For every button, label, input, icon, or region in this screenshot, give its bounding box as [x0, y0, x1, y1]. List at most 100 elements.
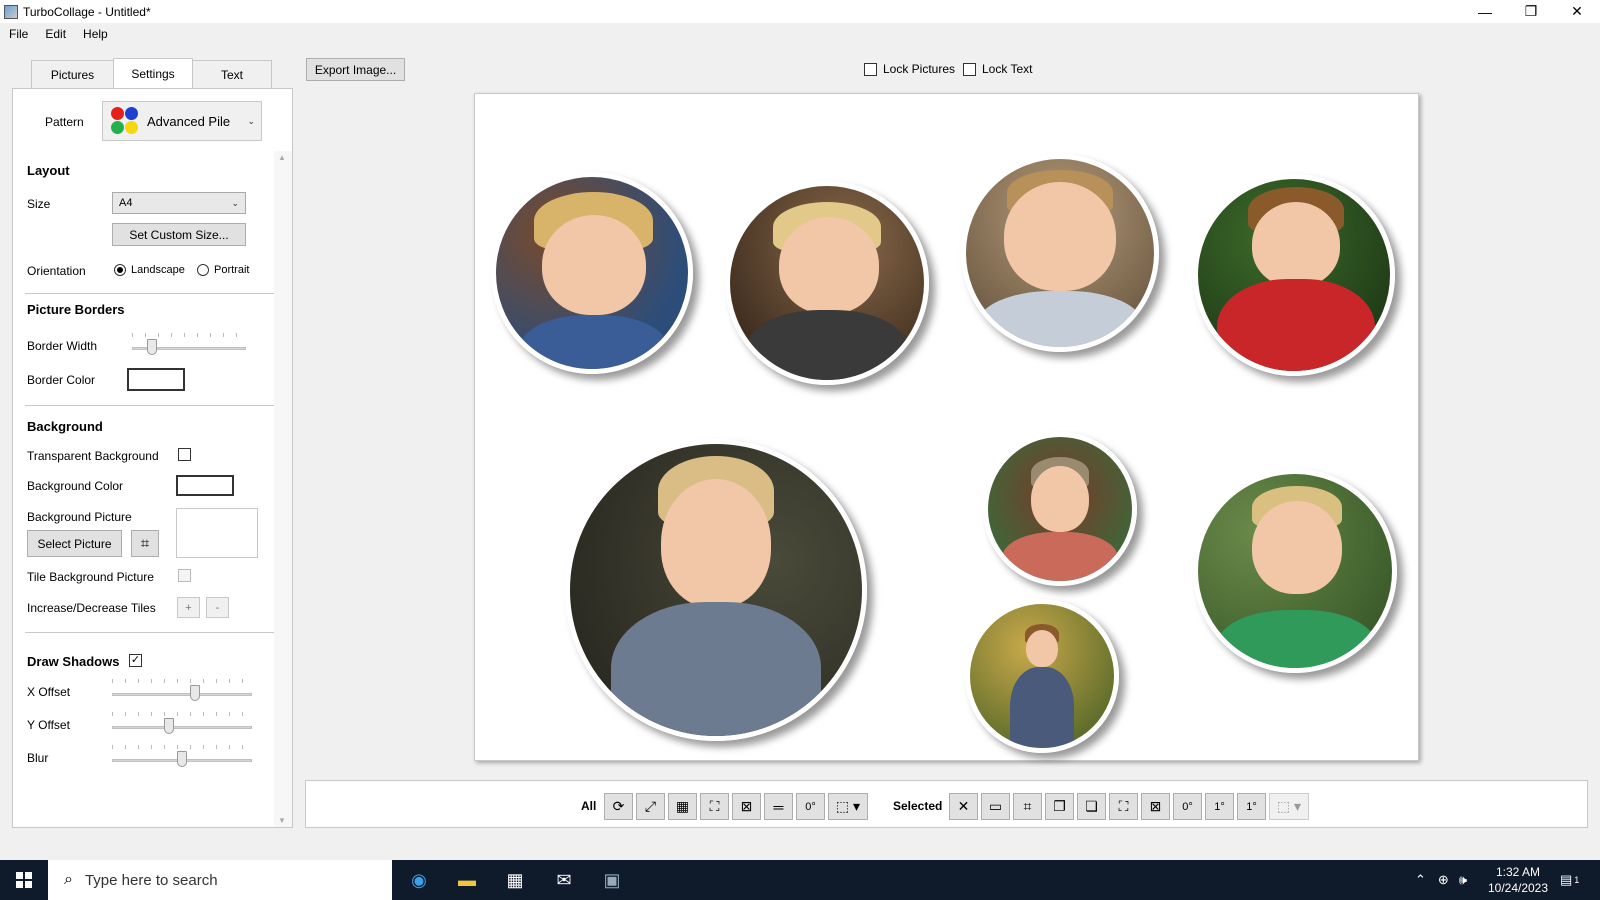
collage-photo[interactable]: [1193, 174, 1395, 376]
menu-edit[interactable]: Edit: [36, 27, 74, 41]
landscape-radio[interactable]: [114, 264, 126, 276]
x-offset-thumb[interactable]: [190, 685, 200, 701]
bring-forward-button[interactable]: ❐: [1045, 793, 1074, 820]
mail-icon[interactable]: ✉: [552, 868, 576, 892]
border-color-label: Border Color: [27, 373, 96, 387]
crop-button[interactable]: ⌗: [131, 530, 159, 557]
scroll-down-icon[interactable]: ▼: [278, 816, 286, 825]
tile-background-checkbox[interactable]: [178, 569, 191, 582]
shuffle-all-button[interactable]: ⟳: [604, 793, 633, 820]
rotate-ccw-button[interactable]: 1°: [1237, 793, 1266, 820]
rotate-cw-button[interactable]: 1°: [1205, 793, 1234, 820]
shapes-all-dropdown[interactable]: ⬚ ▾: [828, 793, 868, 820]
set-custom-size-button[interactable]: Set Custom Size...: [112, 223, 246, 246]
send-backward-button[interactable]: ❏: [1077, 793, 1106, 820]
collage-photo[interactable]: [965, 599, 1119, 753]
blur-thumb[interactable]: [177, 751, 187, 767]
background-color-swatch[interactable]: [176, 475, 234, 496]
collage-photo[interactable]: [565, 439, 867, 741]
export-image-button[interactable]: Export Image...: [306, 58, 405, 81]
increase-tiles-button[interactable]: +: [177, 597, 200, 618]
collage-photo[interactable]: [725, 181, 929, 385]
network-icon[interactable]: ⊕: [1438, 872, 1449, 888]
collage-photo[interactable]: [983, 432, 1137, 586]
lock-pictures[interactable]: Lock Pictures: [864, 62, 955, 76]
file-explorer-icon[interactable]: ▬: [455, 868, 479, 892]
lock-text[interactable]: Lock Text: [963, 62, 1032, 76]
divider: [25, 632, 284, 633]
transparent-background-checkbox[interactable]: [178, 448, 191, 461]
shapes-selected-dropdown[interactable]: ⬚ ▾: [1269, 793, 1309, 820]
pattern-dropdown[interactable]: Advanced Pile ⌄: [102, 101, 262, 141]
minimize-button[interactable]: —: [1462, 0, 1508, 23]
settings-scrollbar[interactable]: ▲ ▼: [274, 151, 292, 827]
grid-all-button[interactable]: ▦: [668, 793, 697, 820]
transparent-background-label: Transparent Background: [27, 449, 159, 463]
collage-canvas[interactable]: [474, 93, 1419, 761]
volume-icon[interactable]: 🕪: [1459, 872, 1467, 888]
clock[interactable]: 1:32 AM 10/24/2023: [1483, 864, 1553, 896]
fit-all-button[interactable]: ⤢: [636, 793, 665, 820]
scroll-up-icon[interactable]: ▲: [278, 153, 286, 162]
slider-ticks: [112, 712, 252, 716]
shrink-selected-button[interactable]: ⊠: [1141, 793, 1170, 820]
y-offset-slider[interactable]: [112, 726, 252, 729]
rotate-zero-selected-button[interactable]: 0°: [1173, 793, 1202, 820]
crop-selected-button[interactable]: ⌗: [1013, 793, 1042, 820]
maximize-selected-button[interactable]: ⛶: [1109, 793, 1138, 820]
shrink-icon: ⊠: [1149, 798, 1162, 814]
tile-background-label: Tile Background Picture: [27, 570, 154, 584]
collage-photo[interactable]: [961, 154, 1159, 352]
all-label: All: [581, 799, 597, 813]
picture-borders-title: Picture Borders: [27, 302, 125, 317]
background-picture-preview: [176, 508, 258, 558]
lock-pictures-checkbox[interactable]: [864, 62, 877, 76]
draw-shadows-checkbox[interactable]: ✓: [129, 654, 142, 667]
collage-photo[interactable]: [491, 172, 693, 374]
decrease-tiles-button[interactable]: -: [206, 597, 229, 618]
replace-image-button[interactable]: ▭: [981, 793, 1010, 820]
menu-file[interactable]: File: [0, 27, 36, 41]
close-button[interactable]: ✕: [1554, 0, 1600, 23]
menu-help[interactable]: Help: [74, 27, 116, 41]
search-icon: ⌕: [64, 871, 73, 888]
maximize-button[interactable]: ❐: [1508, 0, 1554, 23]
notifications-button[interactable]: ▤ 1: [1560, 860, 1579, 900]
collage-photo[interactable]: [1193, 469, 1397, 673]
divider: [25, 293, 284, 294]
tab-pictures[interactable]: Pictures: [31, 60, 114, 89]
chevron-up-icon[interactable]: ⌃: [1415, 872, 1426, 888]
start-button[interactable]: [0, 860, 48, 900]
expand-icon: ⤢: [644, 798, 657, 814]
menu-bar: File Edit Help: [0, 23, 1600, 45]
equalize-all-button[interactable]: ═: [764, 793, 793, 820]
select-picture-button[interactable]: Select Picture: [27, 530, 122, 557]
shapes-icon: ⬚ ▾: [1276, 798, 1302, 814]
shrink-all-button[interactable]: ⊠: [732, 793, 761, 820]
x-offset-slider[interactable]: [112, 693, 252, 696]
layout-title: Layout: [27, 163, 70, 178]
edge-icon[interactable]: ◉: [407, 868, 431, 892]
portrait-radio[interactable]: [197, 264, 209, 276]
close-icon: ✕: [957, 798, 970, 814]
crop-icon: ⌗: [1023, 798, 1032, 814]
size-label: Size: [27, 197, 51, 211]
delete-selected-button[interactable]: ✕: [949, 793, 978, 820]
increase-decrease-tiles-label: Increase/Decrease Tiles: [27, 601, 156, 615]
pattern-icon: [111, 107, 139, 135]
turbocollage-taskbar-icon[interactable]: ▣: [600, 868, 624, 892]
tab-text[interactable]: Text: [192, 60, 272, 89]
size-select[interactable]: A4 ⌄: [112, 192, 246, 214]
panel-tabs: Pictures Settings Text: [31, 58, 272, 89]
taskbar: ⌕ Type here to search ◉ ▬ ▦ ✉ ▣ ⌃ ⊕ 🕪 1:…: [0, 860, 1600, 900]
border-width-thumb[interactable]: [147, 339, 157, 355]
store-icon[interactable]: ▦: [503, 868, 527, 892]
taskbar-search[interactable]: ⌕ Type here to search: [48, 860, 392, 900]
background-title: Background: [27, 419, 103, 434]
border-color-swatch[interactable]: [127, 368, 185, 391]
rotate-zero-all-button[interactable]: 0°: [796, 793, 825, 820]
maximize-all-button[interactable]: ⛶: [700, 793, 729, 820]
tab-settings[interactable]: Settings: [113, 58, 193, 89]
y-offset-thumb[interactable]: [164, 718, 174, 734]
lock-text-checkbox[interactable]: [963, 62, 976, 76]
